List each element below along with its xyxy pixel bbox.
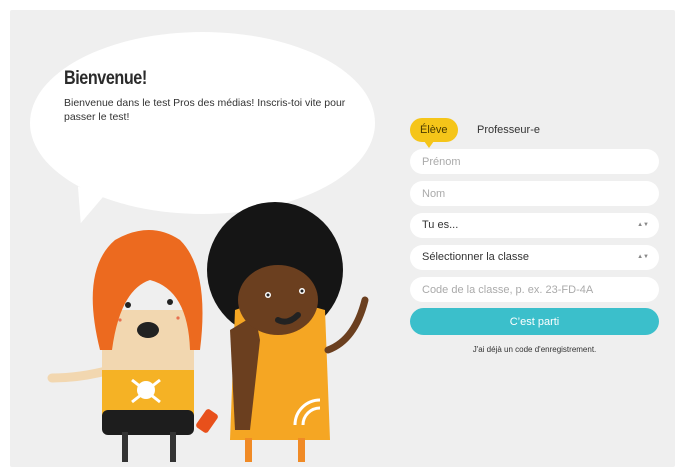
- role-select-value: Tu es...: [422, 219, 459, 231]
- role-select[interactable]: Tu es... ▲▼: [410, 213, 659, 238]
- signup-form: Élève Professeur-e Tu es... ▲▼ Sélection…: [410, 115, 659, 354]
- class-select-value: Sélectionner la classe: [422, 251, 530, 263]
- tab-teacher[interactable]: Professeur-e: [477, 118, 540, 142]
- characters-illustration: [47, 202, 369, 462]
- welcome-text: Bienvenue dans le test Pros des médias! …: [64, 97, 346, 123]
- last-name-field[interactable]: [410, 181, 659, 206]
- submit-button[interactable]: C’est parti: [410, 308, 659, 335]
- role-tabs: Élève Professeur-e: [410, 115, 659, 149]
- welcome-title: Bienvenue!: [64, 68, 147, 89]
- select-arrows-icon: ▲▼: [637, 222, 649, 228]
- tab-student[interactable]: Élève: [410, 118, 458, 148]
- signup-panel: Bienvenue! Bienvenue dans le test Pros d…: [10, 10, 675, 467]
- select-arrows-icon: ▲▼: [637, 254, 649, 260]
- class-code-field[interactable]: [410, 277, 659, 302]
- registration-code-link[interactable]: J'ai déjà un code d'enregistrement.: [410, 345, 659, 354]
- first-name-field[interactable]: [410, 149, 659, 174]
- class-select[interactable]: Sélectionner la classe ▲▼: [410, 245, 659, 270]
